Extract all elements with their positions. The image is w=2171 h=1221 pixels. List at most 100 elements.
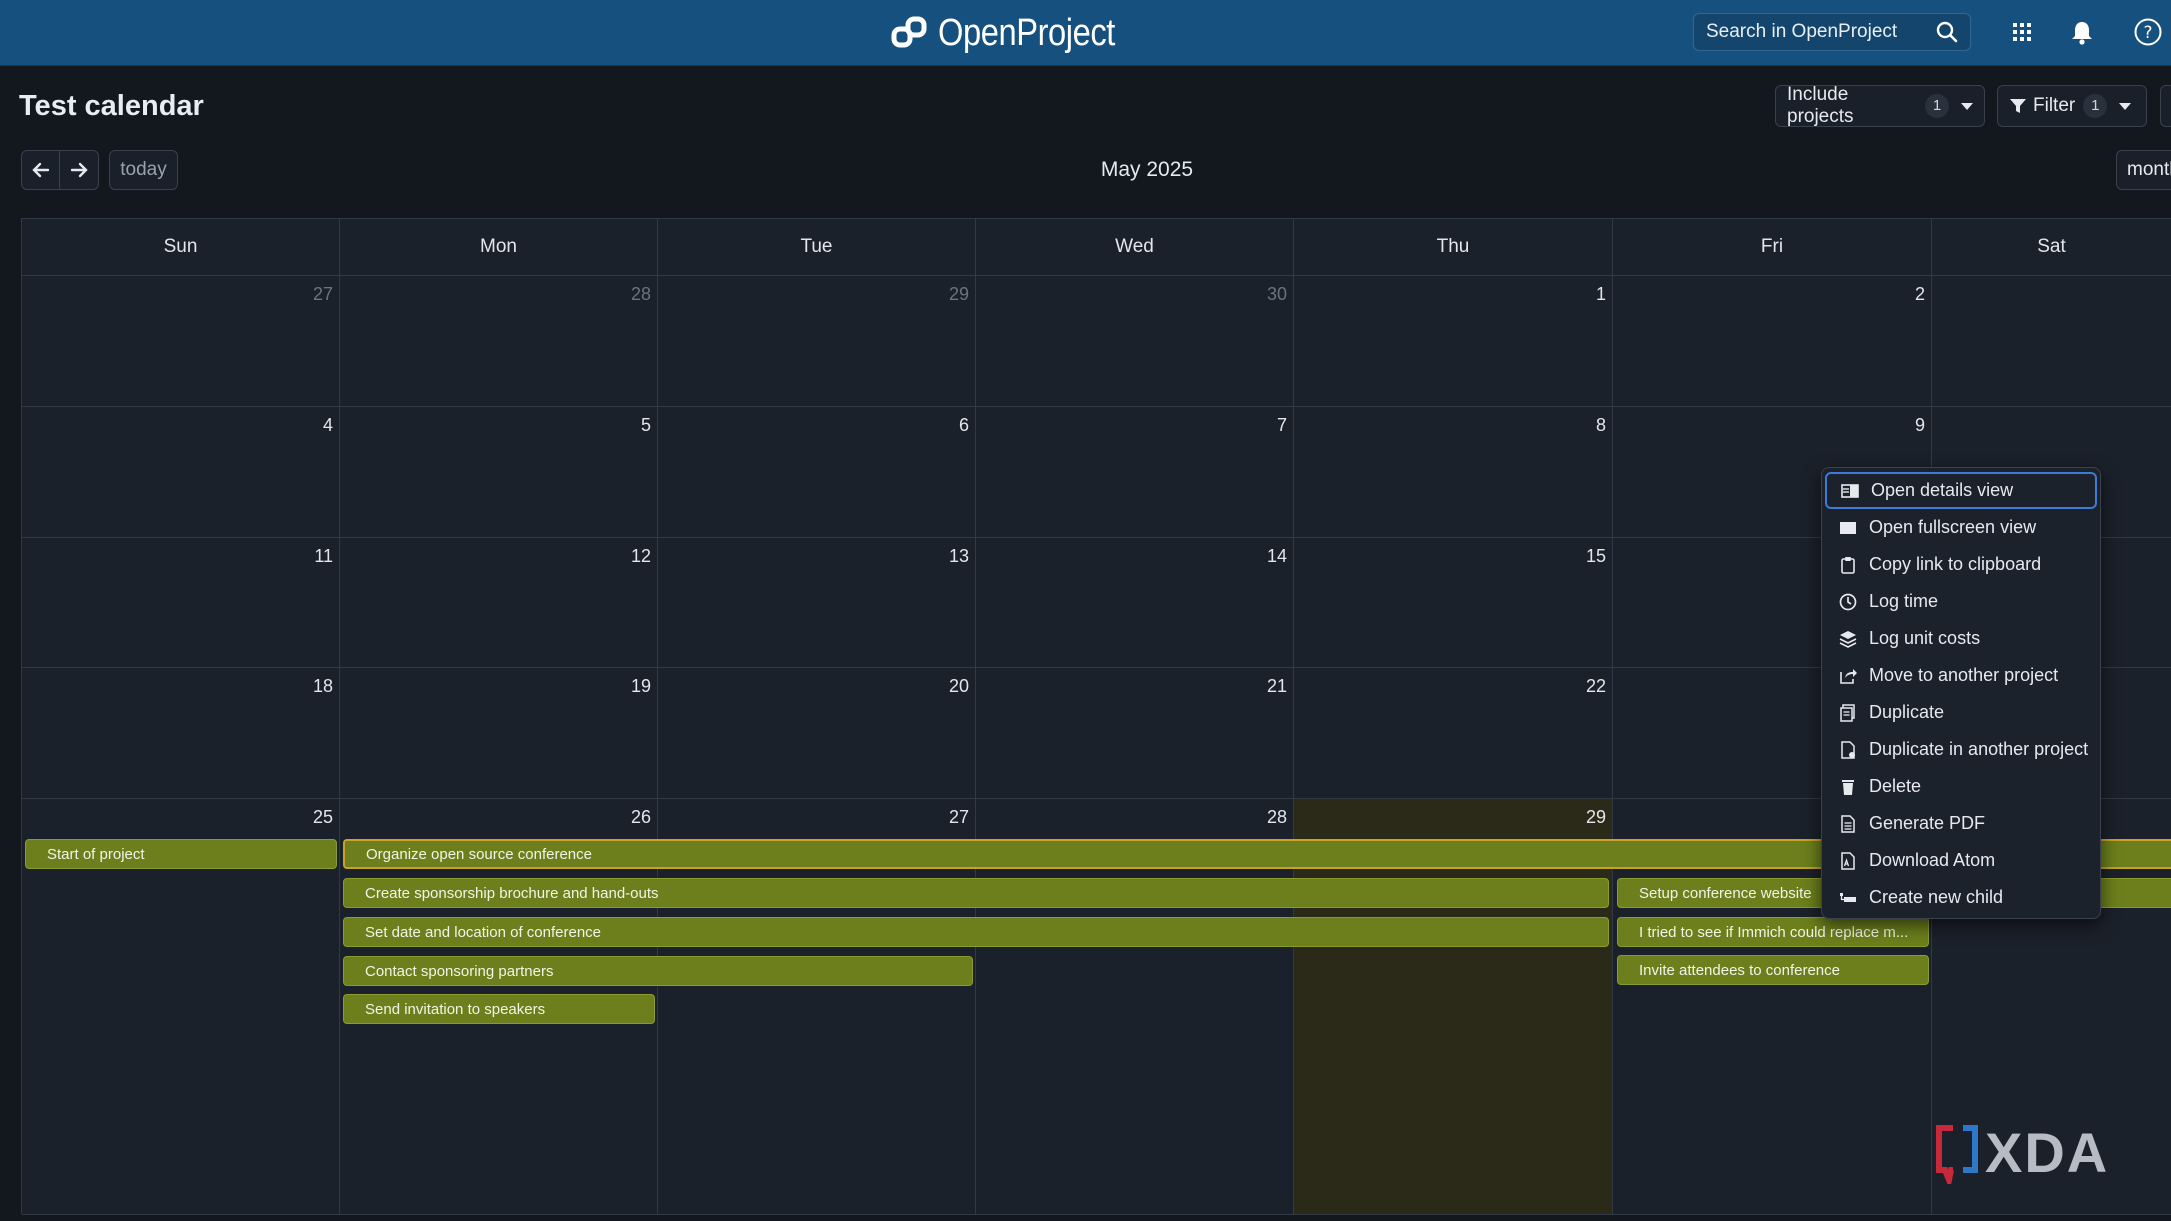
- day-cell[interactable]: 19: [340, 668, 658, 799]
- include-projects-button[interactable]: Include projects 1: [1775, 84, 1985, 127]
- day-cell[interactable]: 15: [1294, 538, 1613, 668]
- caret-down-icon: [2119, 102, 2132, 110]
- fullscreen-icon: [1840, 521, 1856, 534]
- menu-item-open-fullscreen-view[interactable]: Open fullscreen view: [1825, 509, 2097, 546]
- day-cell[interactable]: 7: [976, 407, 1294, 538]
- month-view-button[interactable]: month: [2116, 150, 2171, 190]
- next-month-button[interactable]: [59, 150, 99, 190]
- day-number[interactable]: 4: [323, 415, 333, 436]
- previous-month-button[interactable]: [21, 150, 60, 190]
- day-cell[interactable]: 30: [976, 276, 1294, 407]
- menu-item-download-atom[interactable]: Download Atom: [1825, 842, 2097, 879]
- day-number[interactable]: 29: [949, 284, 969, 305]
- day-number[interactable]: 28: [1267, 807, 1287, 828]
- day-cell[interactable]: 8: [1294, 407, 1613, 538]
- more-toolbar-button[interactable]: [2160, 85, 2171, 127]
- day-cell[interactable]: 20: [658, 668, 976, 799]
- day-number[interactable]: 13: [949, 546, 969, 567]
- day-cell[interactable]: 2: [1613, 276, 1932, 407]
- menu-item-generate-pdf[interactable]: Generate PDF: [1825, 805, 2097, 842]
- menu-item-log-unit-costs[interactable]: Log unit costs: [1825, 620, 2097, 657]
- caret-down-icon: [1961, 102, 1973, 110]
- event-start-of-project[interactable]: Start of project: [25, 839, 337, 869]
- menu-item-create-child[interactable]: Create new child: [1825, 879, 2097, 916]
- menu-item-label: Open fullscreen view: [1869, 517, 2037, 537]
- menu-item-copy-link[interactable]: Copy link to clipboard: [1825, 546, 2097, 583]
- bell-icon[interactable]: [2068, 18, 2096, 46]
- menu-item-label: Move to another project: [1869, 665, 2059, 685]
- filter-button[interactable]: Filter 1: [1997, 85, 2147, 127]
- event-set-date-location[interactable]: Set date and location of conference: [343, 917, 1609, 947]
- menu-item-label: Generate PDF: [1869, 813, 1986, 833]
- day-number[interactable]: 6: [959, 415, 969, 436]
- help-icon[interactable]: ?: [2133, 17, 2163, 47]
- event-contact-sponsors[interactable]: Contact sponsoring partners: [343, 956, 973, 986]
- day-cell[interactable]: 5: [340, 407, 658, 538]
- day-cell[interactable]: 13: [658, 538, 976, 668]
- day-number[interactable]: 25: [313, 807, 333, 828]
- work-package-context-menu: Open details view Open fullscreen view C…: [1821, 467, 2101, 919]
- day-number[interactable]: 15: [1586, 546, 1606, 567]
- day-number[interactable]: 1: [1596, 284, 1606, 305]
- menu-item-duplicate-another-project[interactable]: Duplicate in another project: [1825, 731, 2097, 768]
- weekday-wed: Wed: [976, 219, 1294, 276]
- day-number[interactable]: 27: [313, 284, 333, 305]
- search-input[interactable]: Search in OpenProject: [1706, 21, 1936, 43]
- menu-item-log-time[interactable]: Log time: [1825, 583, 2097, 620]
- day-number[interactable]: 14: [1267, 546, 1287, 567]
- event-send-invitation[interactable]: Send invitation to speakers: [343, 994, 655, 1024]
- day-cell[interactable]: 22: [1294, 668, 1613, 799]
- menu-item-move-project[interactable]: Move to another project: [1825, 657, 2097, 694]
- event-sponsorship-brochure[interactable]: Create sponsorship brochure and hand-out…: [343, 878, 1609, 908]
- day-number[interactable]: 26: [631, 807, 651, 828]
- day-number[interactable]: 28: [631, 284, 651, 305]
- event-immich[interactable]: I tried to see if Immich could replace m…: [1617, 917, 1929, 947]
- menu-item-label: Duplicate in another project: [1869, 739, 2089, 759]
- day-cell[interactable]: 11: [22, 538, 340, 668]
- day-cell[interactable]: 21: [976, 668, 1294, 799]
- menu-item-delete[interactable]: Delete: [1825, 768, 2097, 805]
- apps-grid-icon[interactable]: [2008, 18, 2036, 46]
- day-cell[interactable]: 28: [340, 276, 658, 407]
- day-cell[interactable]: 1: [1294, 276, 1613, 407]
- day-cell[interactable]: 6: [658, 407, 976, 538]
- day-cell[interactable]: 4: [22, 407, 340, 538]
- day-number[interactable]: 21: [1267, 676, 1287, 697]
- xda-logo-icon: [1936, 1124, 1978, 1184]
- day-number[interactable]: 8: [1596, 415, 1606, 436]
- openproject-logo[interactable]: OpenProject: [890, 10, 1144, 56]
- day-number[interactable]: 20: [949, 676, 969, 697]
- day-number[interactable]: 2: [1915, 284, 1925, 305]
- day-number[interactable]: 29: [1586, 807, 1606, 828]
- menu-item-open-details-view[interactable]: Open details view: [1825, 472, 2097, 509]
- menu-item-duplicate[interactable]: Duplicate: [1825, 694, 2097, 731]
- day-cell[interactable]: 14: [976, 538, 1294, 668]
- pdf-icon: [1841, 814, 1855, 833]
- day-number[interactable]: 18: [313, 676, 333, 697]
- day-cell[interactable]: 29: [658, 276, 976, 407]
- day-number[interactable]: 30: [1267, 284, 1287, 305]
- details-view-icon: [1841, 483, 1859, 498]
- day-number[interactable]: 22: [1586, 676, 1606, 697]
- day-number[interactable]: 27: [949, 807, 969, 828]
- day-number[interactable]: 19: [631, 676, 651, 697]
- day-number[interactable]: 5: [641, 415, 651, 436]
- day-cell[interactable]: 18: [22, 668, 340, 799]
- day-number[interactable]: 7: [1277, 415, 1287, 436]
- day-cell[interactable]: 12: [340, 538, 658, 668]
- menu-item-label: Open details view: [1871, 480, 2014, 500]
- event-invite-attendees[interactable]: Invite attendees to conference: [1617, 955, 1929, 985]
- search-box[interactable]: Search in OpenProject: [1693, 13, 1971, 51]
- day-cell[interactable]: 27: [22, 276, 340, 407]
- today-button[interactable]: today: [109, 150, 178, 190]
- day-number[interactable]: 11: [314, 546, 333, 567]
- filter-label: Filter: [2033, 95, 2076, 116]
- day-number[interactable]: 12: [631, 546, 651, 567]
- day-number[interactable]: 9: [1915, 415, 1925, 436]
- day-cell[interactable]: [1932, 276, 2171, 407]
- duplicate-file-icon: [1841, 740, 1855, 759]
- weekday-thu: Thu: [1294, 219, 1613, 276]
- stack-icon: [1839, 630, 1857, 648]
- search-icon[interactable]: [1936, 21, 1958, 43]
- menu-item-label: Download Atom: [1869, 850, 1996, 870]
